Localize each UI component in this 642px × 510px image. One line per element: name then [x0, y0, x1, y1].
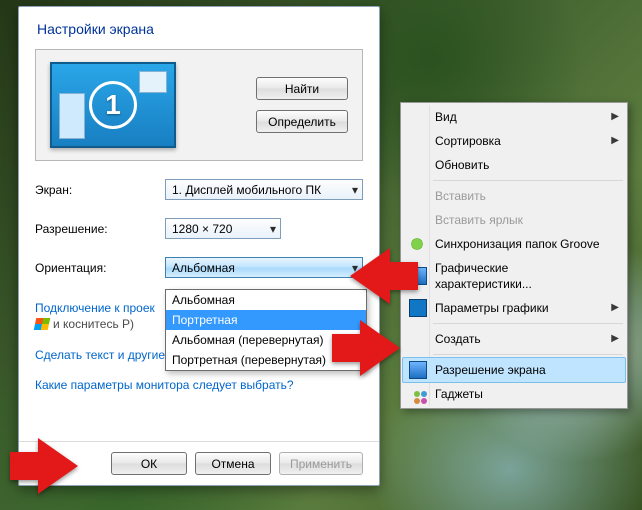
gadget-icon — [409, 386, 425, 402]
menu-item[interactable]: Разрешение экрана — [402, 357, 626, 383]
menu-item-label: Синхронизация папок Groove — [435, 237, 600, 251]
dialog-title: Настройки экрана — [37, 21, 363, 37]
intel-icon — [409, 299, 427, 317]
menu-item[interactable]: Параметры графики ▶ — [403, 296, 625, 320]
menu-item-label: Разрешение экрана — [435, 363, 546, 377]
menu-item-label: Гаджеты — [435, 387, 483, 401]
menu-item[interactable]: Сортировка ▶ — [403, 129, 625, 153]
menu-item-label: Графические характеристики... — [435, 261, 532, 291]
windows-logo-icon — [34, 318, 51, 330]
detect-button[interactable]: Определить — [256, 110, 348, 133]
menu-separator — [433, 323, 623, 324]
submenu-arrow-icon: ▶ — [611, 133, 619, 149]
apply-button[interactable]: Применить — [279, 452, 363, 475]
resolution-dropdown[interactable]: 1280 × 720 ▾ — [165, 218, 281, 239]
groove-icon — [409, 236, 425, 252]
resolution-dropdown-value: 1280 × 720 — [172, 222, 232, 236]
orientation-label: Ориентация: — [35, 261, 165, 275]
display-dropdown[interactable]: 1. Дисплей мобильного ПК ▾ — [165, 179, 363, 200]
menu-item-label: Создать — [435, 332, 481, 346]
res-icon — [409, 361, 427, 379]
which-params-link[interactable]: Какие параметры монитора следует выбрать… — [35, 378, 363, 392]
menu-separator — [433, 180, 623, 181]
resolution-label: Разрешение: — [35, 222, 165, 236]
menu-item[interactable]: Создать ▶ — [403, 327, 625, 351]
chevron-down-icon: ▾ — [346, 183, 358, 197]
projector-link-text-1: Подключение к проек — [35, 301, 155, 315]
orientation-option[interactable]: Портретная — [166, 310, 366, 330]
monitor-number-badge: 1 — [89, 81, 137, 129]
menu-item-label: Вставить ярлык — [435, 213, 523, 227]
menu-item[interactable]: Графические характеристики... — [403, 256, 625, 296]
menu-item-label: Обновить — [435, 158, 489, 172]
menu-item-label: Вставить — [435, 189, 486, 203]
menu-item[interactable]: Обновить — [403, 153, 625, 177]
menu-item[interactable]: Синхронизация папок Groove — [403, 232, 625, 256]
menu-item-label: Параметры графики — [435, 301, 549, 315]
menu-item[interactable]: Гаджеты — [403, 382, 625, 406]
menu-item: Вставить — [403, 184, 625, 208]
display-dropdown-value: 1. Дисплей мобильного ПК — [172, 183, 321, 197]
submenu-arrow-icon: ▶ — [611, 300, 619, 316]
menu-item[interactable]: Вид ▶ — [403, 105, 625, 129]
menu-item-label: Сортировка — [435, 134, 501, 148]
ok-button[interactable]: ОК — [111, 452, 187, 475]
monitor-preview-area: 1 Найти Определить — [35, 49, 363, 161]
menu-item: Вставить ярлык — [403, 208, 625, 232]
display-label: Экран: — [35, 183, 165, 197]
monitor-thumbnail[interactable]: 1 — [50, 62, 176, 148]
desktop-context-menu: Вид ▶ Сортировка ▶ Обновить Вставить Вставить … — [400, 102, 628, 409]
submenu-arrow-icon: ▶ — [611, 331, 619, 347]
chevron-down-icon: ▾ — [264, 222, 276, 236]
submenu-arrow-icon: ▶ — [611, 109, 619, 125]
orientation-dropdown[interactable]: Альбомная ▾ — [165, 257, 363, 278]
find-button[interactable]: Найти — [256, 77, 348, 100]
cancel-button[interactable]: Отмена — [195, 452, 271, 475]
screen-settings-dialog: Настройки экрана 1 Найти Определить Экра… — [18, 6, 380, 486]
orientation-dropdown-value: Альбомная — [172, 261, 235, 275]
menu-separator — [433, 354, 623, 355]
orientation-option[interactable]: Альбомная — [166, 290, 366, 310]
menu-item-label: Вид — [435, 110, 457, 124]
